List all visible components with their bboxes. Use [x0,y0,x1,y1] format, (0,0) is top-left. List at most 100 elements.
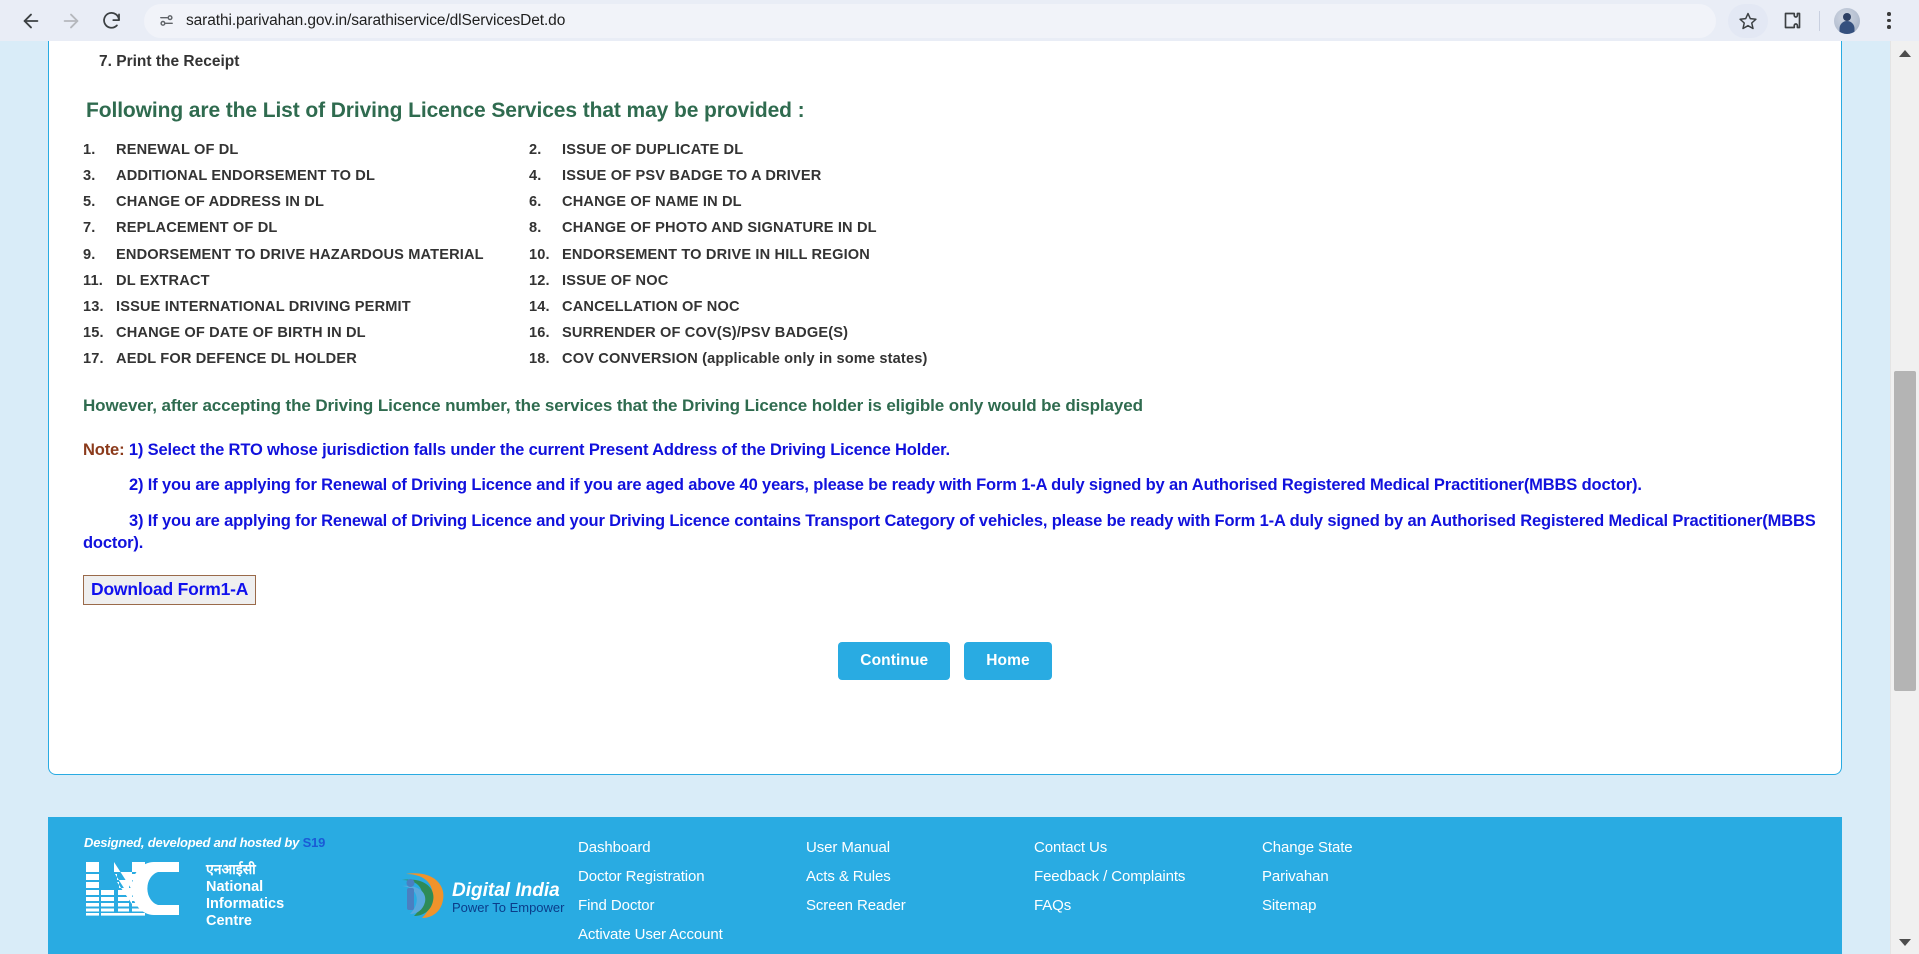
footer-link-change-state[interactable]: Change State [1262,839,1490,856]
service-item: 7. REPLACEMENT OF DL [83,219,529,237]
download-form1a-button[interactable]: Download Form1-A [83,574,257,605]
nic-logo: एनआईसी National Informatics Centre [84,860,388,930]
scrollbar-thumb[interactable] [1894,371,1916,691]
nic-wordmark: एनआईसी National Informatics Centre [206,860,284,930]
footer-link-user-manual[interactable]: User Manual [806,839,1034,856]
footer-link-faqs[interactable]: FAQs [1034,897,1262,914]
page-content: 7. Print the Receipt Following are the L… [0,41,1890,954]
services-row: 13. ISSUE INTERNATIONAL DRIVING PERMIT 1… [83,298,1821,316]
service-item: 15. CHANGE OF DATE OF BIRTH IN DL [83,324,529,342]
footer-brand: Designed, developed and hosted by S19 एन… [48,835,388,954]
service-number: 10. [529,246,550,263]
action-buttons: Continue Home [69,641,1821,680]
site-settings-icon[interactable] [158,12,175,29]
service-label: RENEWAL OF DL [116,141,239,158]
page-title: Following are the List of Driving Licenc… [86,98,805,122]
home-button[interactable]: Home [964,641,1052,680]
browser-viewport: 7. Print the Receipt Following are the L… [0,41,1919,954]
services-row: 5. CHANGE OF ADDRESS IN DL 6. CHANGE OF … [83,193,1821,211]
service-item: 16. SURRENDER OF COV(S)/PSV BADGE(S) [529,324,1821,342]
chrome-menu-button[interactable] [1871,4,1907,38]
footer-link-contact-us[interactable]: Contact Us [1034,839,1262,856]
extensions-button[interactable] [1774,4,1810,38]
footer-link-dashboard[interactable]: Dashboard [578,839,806,856]
note-1: Note: 1) Select the RTO whose jurisdicti… [83,440,1821,462]
service-item: 10. ENDORSEMENT TO DRIVE IN HILL REGION [529,246,1821,264]
service-label: CANCELLATION OF NOC [562,299,740,315]
service-number: 9. [83,246,96,263]
puzzle-piece-icon [1784,12,1800,29]
service-label: ISSUE INTERNATIONAL DRIVING PERMIT [116,299,411,315]
scroll-down-button[interactable] [1891,933,1919,951]
footer-link-activate-user-account[interactable]: Activate User Account [578,926,806,943]
service-number: 1. [83,141,96,158]
service-number: 13. [83,299,104,315]
server-id-label: S19 [302,835,326,850]
service-item: 8. CHANGE OF PHOTO AND SIGNATURE IN DL [529,219,1821,237]
service-label: REPLACEMENT OF DL [116,220,278,237]
services-list: 1. RENEWAL OF DL 2. ISSUE OF DUPLICATE D… [83,141,1821,369]
designed-by-text: Designed, developed and hosted by S19 [84,835,388,850]
digital-india-tagline: Power To Empower [452,900,565,915]
service-item: 17. AEDL FOR DEFENCE DL HOLDER [83,350,529,368]
footer-link-parivahan[interactable]: Parivahan [1262,868,1490,885]
avatar [1834,7,1860,34]
service-number: 4. [529,167,542,184]
profile-button[interactable] [1829,4,1865,38]
service-item: 14. CANCELLATION OF NOC [529,298,1821,316]
service-label: CHANGE OF PHOTO AND SIGNATURE IN DL [562,220,877,237]
forward-button[interactable] [52,2,90,40]
footer-link-sitemap[interactable]: Sitemap [1262,897,1490,914]
service-number: 17. [83,351,104,368]
services-card: 7. Print the Receipt Following are the L… [48,41,1842,775]
page-scrollbar[interactable] [1890,41,1919,954]
site-footer: Designed, developed and hosted by S19 एन… [48,817,1842,954]
nic-logo-icon [86,862,179,916]
service-number: 16. [529,325,550,342]
service-number: 5. [83,194,96,211]
service-item: 11. DL EXTRACT [83,272,529,290]
footer-column-1: Dashboard Doctor Registration Find Docto… [578,839,806,954]
scroll-up-button[interactable] [1891,44,1919,62]
service-number: 11. [83,272,103,289]
bookmark-button[interactable] [1728,3,1768,38]
service-label: ENDORSEMENT TO DRIVE IN HILL REGION [562,246,870,263]
service-item: 3. ADDITIONAL ENDORSEMENT TO DL [83,167,529,185]
footer-link-acts-rules[interactable]: Acts & Rules [806,868,1034,885]
service-label: CHANGE OF ADDRESS IN DL [116,194,325,211]
nic-line-1: National [206,878,264,895]
services-row: 1. RENEWAL OF DL 2. ISSUE OF DUPLICATE D… [83,141,1821,159]
nic-line-2: Informatics [206,895,285,912]
footer-link-feedback-complaints[interactable]: Feedback / Complaints [1034,868,1262,885]
address-bar-url: sarathi.parivahan.gov.in/sarathiservice/… [186,11,566,29]
back-button[interactable] [12,2,50,40]
nic-hindi-label: एनआईसी [206,862,256,878]
continue-button[interactable]: Continue [838,641,951,680]
services-row: 9. ENDORSEMENT TO DRIVE HAZARDOUS MATERI… [83,246,1821,264]
reload-icon [102,12,120,29]
service-label: DL EXTRACT [116,272,210,289]
service-number: 12. [529,272,550,289]
service-number: 3. [83,167,96,184]
services-row: 11. DL EXTRACT 12. ISSUE OF NOC [83,272,1821,290]
reload-button[interactable] [92,2,130,40]
service-label: ISSUE OF PSV BADGE TO A DRIVER [562,167,822,184]
nic-line-3: Centre [206,912,252,929]
kebab-menu-icon [1887,12,1891,29]
footer-column-3: Contact Us Feedback / Complaints FAQs [1034,839,1262,954]
footer-link-find-doctor[interactable]: Find Doctor [578,897,806,914]
footer-link-doctor-registration[interactable]: Doctor Registration [578,868,806,885]
service-label: COV CONVERSION (applicable only in some … [562,351,928,368]
note-1-text: 1) Select the RTO whose jurisdiction fal… [128,440,950,459]
footer-link-screen-reader[interactable]: Screen Reader [806,897,1034,914]
service-number: 7. [83,220,96,237]
toolbar-divider [1819,10,1820,31]
chevron-down-icon [1899,938,1911,946]
digital-india-logo: Digital India Power To Empower [388,835,578,954]
notes-block: Note: 1) Select the RTO whose jurisdicti… [83,440,1821,555]
address-bar[interactable]: sarathi.parivahan.gov.in/sarathiservice/… [144,3,1716,38]
chevron-up-icon [1899,49,1911,57]
services-row: 15. CHANGE OF DATE OF BIRTH IN DL 16. SU… [83,324,1821,342]
service-label: ISSUE OF DUPLICATE DL [562,141,744,158]
toolbar-actions [1728,3,1907,38]
